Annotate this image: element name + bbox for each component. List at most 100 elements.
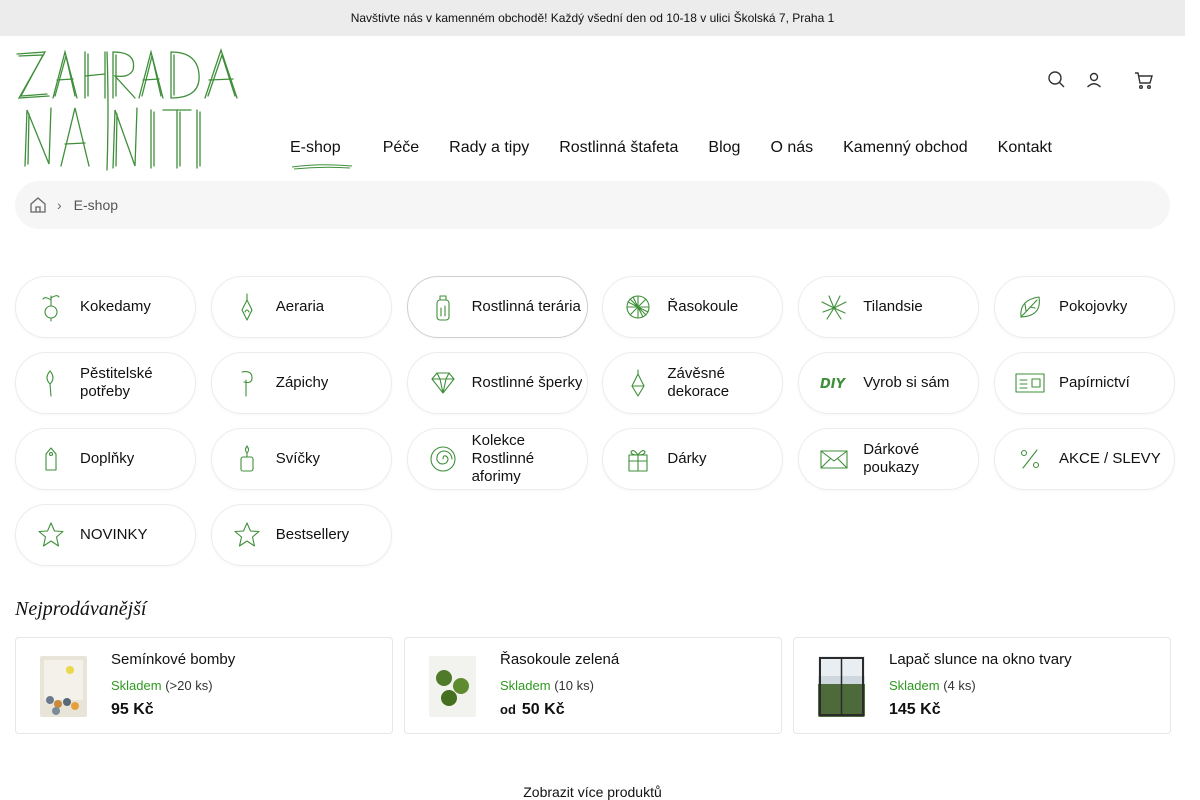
category-label: Kolekce Rostlinné aforimy: [471, 432, 535, 485]
category-pill[interactable]: Pěstitelské potřeby: [15, 352, 196, 414]
category-label: Řasokoule: [667, 298, 739, 315]
stock-qty: (>20 ks): [165, 678, 213, 693]
candle-icon: [240, 445, 254, 472]
nav-item-kontakt[interactable]: Kontakt: [998, 139, 1052, 157]
category-pill[interactable]: Dárkové poukazy: [798, 428, 980, 490]
breadcrumb: › E-shop: [15, 181, 1170, 229]
product-image[interactable]: [429, 656, 476, 717]
stock-status: Skladem (4 ks): [889, 678, 976, 693]
category-label: Bestsellery: [275, 526, 350, 543]
nav-item-pece[interactable]: Péče: [383, 139, 419, 157]
nav-item-rady[interactable]: Rady a tipy: [449, 139, 529, 157]
product-name[interactable]: Lapač slunce na okno tvary: [889, 651, 1072, 668]
product-price: od 50 Kč: [500, 701, 565, 719]
category-pill[interactable]: DIY Vyrob si sám: [798, 352, 980, 414]
category-label: Pěstitelské potřeby: [80, 365, 153, 400]
header-actions: [1046, 70, 1154, 90]
product-price: 145 Kč: [889, 701, 941, 719]
category-pill[interactable]: Bestsellery: [210, 504, 392, 566]
category-pill[interactable]: Doplňky: [15, 428, 196, 490]
percent-icon: [1020, 449, 1040, 469]
nav-item-o-nas[interactable]: O nás: [770, 139, 813, 157]
nav-item-eshop[interactable]: E-shop: [290, 139, 353, 170]
leaf-icon: [1020, 296, 1040, 318]
trowel-icon: [46, 370, 54, 397]
category-label: Papírnictví: [1058, 374, 1130, 391]
tillandsia-icon: [821, 295, 847, 320]
product-image[interactable]: [40, 656, 87, 717]
product-card[interactable]: Semínkové bomby Skladem (>20 ks) 95 Kč: [15, 637, 393, 734]
product-image[interactable]: [818, 656, 865, 717]
envelope-icon: [820, 450, 848, 469]
category-label: Aeraria: [275, 298, 325, 315]
nav-item-blog[interactable]: Blog: [708, 139, 740, 157]
star-icon: [38, 522, 64, 547]
price-value: 50 Kč: [521, 701, 565, 718]
logo[interactable]: [15, 46, 265, 172]
category-pill[interactable]: Zápichy: [210, 352, 392, 414]
stock-label: Skladem: [111, 678, 162, 693]
product-card[interactable]: Řasokoule zelená Skladem (10 ks) od 50 Kč: [404, 637, 782, 734]
category-pill[interactable]: Rostlinné šperky: [406, 352, 588, 414]
home-icon[interactable]: [29, 196, 47, 214]
active-underline: [291, 164, 353, 170]
show-more-link[interactable]: Zobrazit více produktů: [0, 784, 1185, 800]
category-pill[interactable]: Závěsné dekorace: [602, 352, 784, 414]
price-value: 145 Kč: [889, 701, 941, 718]
category-grid: Kokedamy Aeraria Rostlinná terária Řasokoul…: [15, 276, 1175, 566]
tag-icon: [45, 447, 57, 471]
product-name[interactable]: Řasokoule zelená: [500, 651, 619, 668]
svg-text:DIY: DIY: [820, 377, 847, 392]
user-icon[interactable]: [1084, 70, 1104, 90]
category-label: Dárkové poukazy: [863, 441, 920, 476]
nav-item-stafeta[interactable]: Rostlinná štafeta: [559, 139, 678, 157]
scrollbar[interactable]: [1185, 0, 1200, 800]
kokedama-icon: [42, 295, 60, 322]
category-pill[interactable]: Řasokoule: [602, 276, 784, 338]
category-label: Závěsné dekorace: [667, 365, 730, 400]
stock-qty: (4 ks): [943, 678, 976, 693]
category-pill[interactable]: Kolekce Rostlinné aforimy: [406, 428, 588, 490]
plant-stick-icon: [241, 371, 253, 397]
stock-label: Skladem: [500, 678, 551, 693]
gift-icon: [628, 450, 648, 472]
category-label: Kokedamy: [80, 298, 151, 315]
section-title: Nejprodávanější: [15, 598, 147, 620]
announcement-text: Navštivte nás v kamenném obchodě! Každý …: [350, 11, 835, 25]
category-pill[interactable]: Tilandsie: [798, 276, 980, 338]
stock-label: Skladem: [889, 678, 940, 693]
category-pill[interactable]: Dárky: [602, 428, 784, 490]
category-label: Rostlinné šperky: [471, 374, 583, 391]
price-value: 95 Kč: [111, 701, 154, 718]
breadcrumb-separator: ›: [57, 197, 62, 213]
stock-status: Skladem (10 ks): [500, 678, 594, 693]
diy-icon: DIY: [820, 377, 847, 392]
category-pill[interactable]: Aeraria: [210, 276, 392, 338]
category-pill[interactable]: Pokojovky: [993, 276, 1175, 338]
cart-icon[interactable]: [1134, 70, 1154, 90]
category-pill[interactable]: Rostlinná terária: [406, 276, 588, 338]
category-pill[interactable]: NOVINKY: [15, 504, 196, 566]
product-name[interactable]: Semínkové bomby: [111, 651, 235, 668]
product-card[interactable]: Lapač slunce na okno tvary Skladem (4 ks…: [793, 637, 1171, 734]
search-icon[interactable]: [1046, 70, 1066, 90]
category-label: Zápichy: [275, 374, 329, 391]
category-pill[interactable]: AKCE / SLEVY: [993, 428, 1175, 490]
category-label: NOVINKY: [80, 526, 148, 543]
category-label: Dárky: [667, 450, 707, 467]
spiral-icon: [430, 446, 456, 472]
category-label: Svíčky: [275, 450, 320, 467]
category-label: Pokojovky: [1058, 298, 1128, 315]
breadcrumb-current: E-shop: [73, 197, 119, 213]
nav-item-kamenny-obchod[interactable]: Kamenný obchod: [843, 139, 968, 157]
price-prefix: od: [500, 702, 516, 717]
terrarium-icon: [436, 295, 450, 321]
category-pill[interactable]: Svíčky: [210, 428, 392, 490]
star-icon: [234, 522, 260, 547]
category-label: Rostlinná terária: [471, 298, 581, 315]
bestseller-list: Semínkové bomby Skladem (>20 ks) 95 Kč Ř…: [15, 637, 1171, 734]
category-pill[interactable]: Kokedamy: [15, 276, 196, 338]
category-label: Vyrob si sám: [863, 374, 950, 391]
category-pill[interactable]: Papírnictví: [993, 352, 1175, 414]
main-nav: E-shop Péče Rady a tipy Rostlinná štafet…: [290, 139, 1052, 170]
